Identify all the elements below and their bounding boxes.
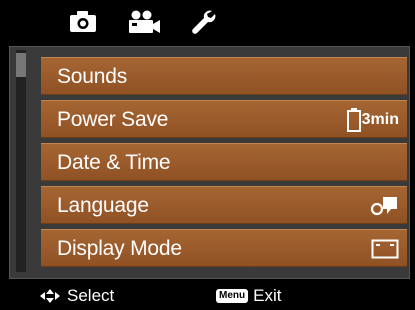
camera-icon (70, 11, 96, 32)
menu-item-label: Display Mode (57, 237, 182, 260)
display-mode-indicator (371, 235, 399, 263)
menu-item-language[interactable]: Language (41, 186, 407, 224)
movie-camera-icon (129, 10, 160, 33)
menu-item-label: Sounds (57, 65, 128, 88)
menu-item-power-save[interactable]: Power Save 3min (41, 100, 407, 138)
select-hint: Select (40, 282, 114, 310)
menu-item-label: Date & Time (57, 151, 171, 174)
navigation-arrows-icon (40, 289, 60, 303)
footer-hint-bar: Select Menu Exit (0, 282, 415, 310)
menu-item-display-mode[interactable]: Display Mode (41, 229, 407, 267)
menu-item-sounds[interactable]: Sounds (41, 57, 407, 95)
tab-camera[interactable] (66, 8, 100, 36)
tab-movie[interactable] (126, 8, 162, 36)
speech-bubble-icon (370, 197, 397, 216)
menu-key-badge: Menu (216, 289, 249, 303)
menu-item-date-time[interactable]: Date & Time (41, 143, 407, 181)
scrollbar-track[interactable] (16, 50, 26, 272)
tab-setup[interactable] (187, 8, 221, 36)
select-hint-label: Select (67, 286, 115, 305)
battery-icon (346, 108, 361, 132)
language-indicator (369, 192, 399, 220)
display-mode-icon (371, 239, 399, 259)
menu-item-label: Power Save (57, 108, 169, 131)
power-save-indicator: 3min (346, 106, 399, 134)
power-save-value: 3min (361, 111, 399, 128)
scrollbar-thumb[interactable] (16, 53, 26, 77)
wrench-icon (192, 10, 216, 34)
menu-item-label: Language (57, 194, 149, 217)
exit-hint-label: Exit (253, 286, 282, 305)
exit-hint: Menu Exit (216, 282, 281, 310)
settings-tab-bar (0, 0, 415, 44)
